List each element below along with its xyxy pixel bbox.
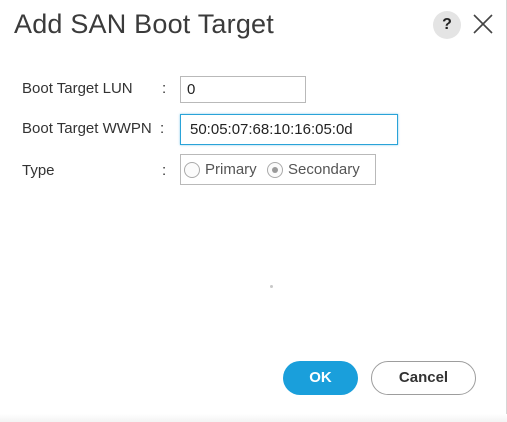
close-button[interactable] (472, 13, 494, 35)
type-separator: : (162, 162, 167, 179)
wwpn-label: Boot Target WWPN (22, 120, 152, 137)
lun-label: Boot Target LUN (22, 80, 133, 97)
lun-separator: : (162, 80, 167, 97)
decorative-dot (270, 285, 273, 288)
type-radio-group: Primary Secondary (180, 154, 376, 185)
help-button[interactable]: ? (433, 11, 461, 39)
radio-primary[interactable] (184, 161, 200, 178)
question-icon: ? (442, 16, 452, 33)
add-san-boot-target-dialog: Add SAN Boot Target ? Boot Target LUN : … (0, 0, 507, 422)
type-label: Type (22, 162, 55, 179)
radio-secondary[interactable] (267, 161, 283, 178)
lun-input[interactable] (180, 76, 306, 103)
ok-button[interactable]: OK (283, 361, 358, 395)
close-icon (473, 14, 493, 34)
cancel-button[interactable]: Cancel (371, 361, 476, 395)
type-option-primary-label: Primary (205, 161, 257, 178)
type-option-secondary[interactable]: Secondary (267, 155, 360, 184)
type-option-primary[interactable]: Primary (184, 155, 257, 184)
wwpn-separator: : (160, 120, 165, 137)
dialog-bottom-edge (0, 414, 507, 422)
wwpn-input[interactable] (180, 114, 398, 145)
type-option-secondary-label: Secondary (288, 161, 360, 178)
dialog-title: Add SAN Boot Target (14, 9, 274, 39)
